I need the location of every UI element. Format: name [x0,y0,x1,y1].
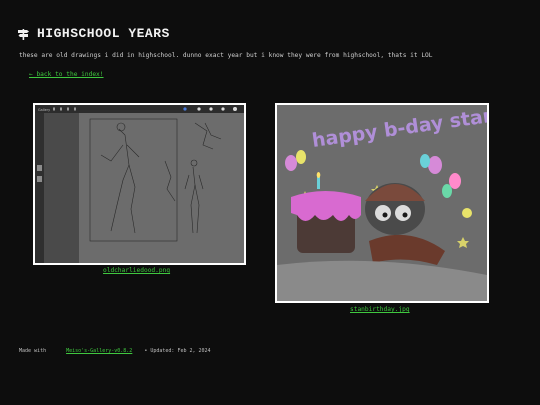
footer-generator-link[interactable]: Meiso's-Gallery-v0.8.2 [66,348,132,354]
gallery-caption-stanbirthday[interactable]: stanbirthday.jpg [350,306,410,313]
page-description: these are old drawings i did in highscho… [19,52,433,59]
gallery-caption-oldcharliedood[interactable]: oldcharliedood.png [103,267,170,274]
footer-updated: • Updated: Feb 2, 2024 [144,348,211,354]
app-menu-label: Gallery [38,108,50,112]
back-to-index-link[interactable]: ← back to the index! [29,71,104,78]
page-title: HIGHSCHOOL YEARS [17,26,170,41]
gallery-image-stanbirthday[interactable]: happy b-day stan! [275,103,489,303]
signpost-icon [17,28,30,40]
page-title-text: HIGHSCHOOL YEARS [37,26,170,41]
gallery-image-oldcharliedood[interactable]: Gallery [33,103,246,265]
footer-made-with: Made with [19,348,47,354]
footer: Made with Meiso's-Gallery-v0.8.2 • Updated… [19,348,211,354]
sketch-thumbnail: Gallery [35,105,244,263]
birthday-drawing-thumbnail: happy b-day stan! [277,105,487,301]
